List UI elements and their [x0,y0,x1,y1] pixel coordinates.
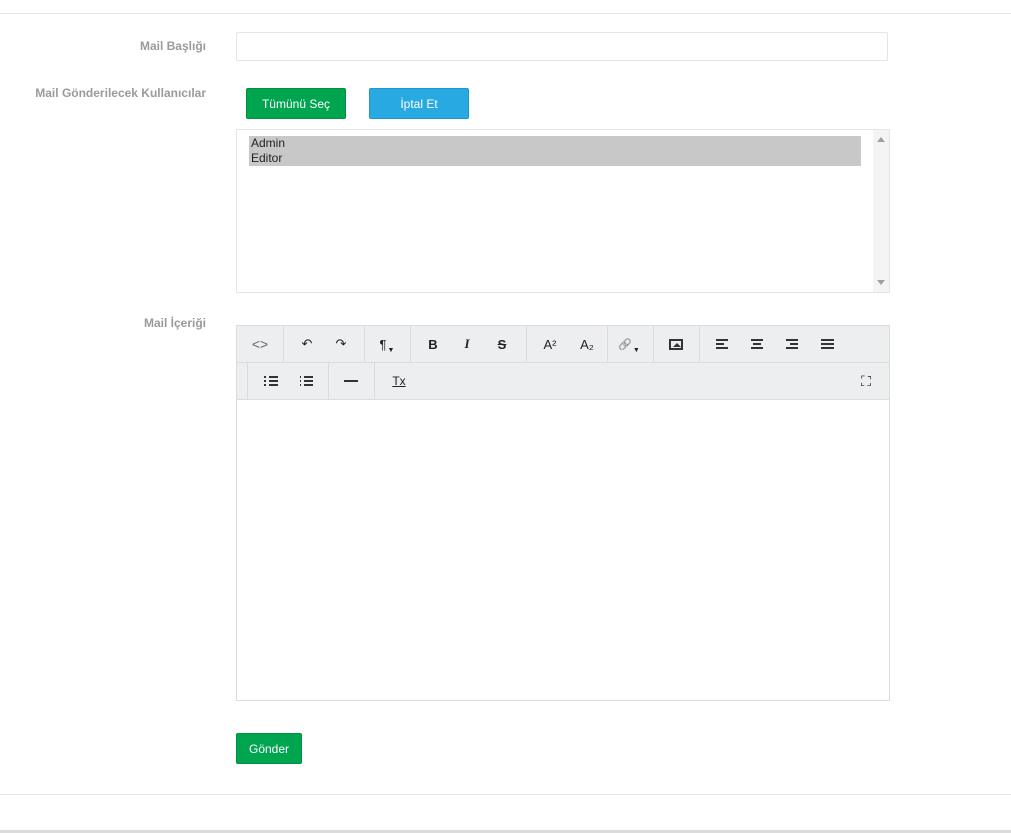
paragraph-icon: ¶ [379,336,387,352]
caret-down-icon: ▼ [632,346,640,354]
list-item-editor[interactable]: Editor [249,151,861,166]
align-left-icon[interactable] [705,326,739,362]
mail-title-input[interactable] [236,32,888,61]
align-right-glyph-icon [786,339,798,349]
horizontal-rule-icon[interactable] [334,363,368,399]
mail-users-label: Mail Gönderilecek Kullanıcılar [35,86,206,100]
clear-format-icon[interactable]: Tx [382,363,416,399]
list-item-admin[interactable]: Admin [249,136,861,151]
caret-down-icon: ▼ [387,346,395,354]
users-listbox[interactable]: Admin Editor [236,129,890,293]
undo-icon[interactable]: ↶ [290,326,324,362]
link-icon: 🔗 [618,338,632,351]
editor-toolbar-row-1: <> ↶ ↷ ¶ ▼ B I S A² A₂ 🔗 ▼ [237,326,889,363]
listbox-scrollbar[interactable] [873,130,889,292]
toolbar-separator [364,326,365,362]
italic-icon[interactable]: I [450,326,484,362]
toolbar-separator [283,326,284,362]
numbered-list-glyph-icon [299,376,313,386]
align-justify-icon[interactable] [810,326,844,362]
bullet-list-glyph-icon [264,376,278,386]
cancel-button[interactable]: İptal Et [369,88,469,119]
align-center-glyph-icon [751,339,763,349]
superscript-icon[interactable]: A² [533,326,567,362]
bottom-divider [0,794,1011,795]
rich-text-editor: <> ↶ ↷ ¶ ▼ B I S A² A₂ 🔗 ▼ Tx ⛶ [236,325,890,701]
align-center-icon[interactable] [740,326,774,362]
image-icon[interactable] [659,326,693,362]
scroll-down-arrow-icon[interactable] [877,280,885,285]
scroll-up-arrow-icon[interactable] [877,137,885,142]
editor-toolbar-row-2: Tx ⛶ [237,363,889,400]
align-right-icon[interactable] [775,326,809,362]
fullscreen-icon[interactable]: ⛶ [849,363,883,399]
toolbar-separator [607,326,608,362]
subscript-icon[interactable]: A₂ [570,326,604,362]
link-button[interactable]: 🔗 ▼ [612,326,646,362]
image-glyph-icon [669,338,683,350]
top-divider [0,13,1011,14]
toolbar-separator [653,326,654,362]
users-list: Admin Editor [249,136,861,166]
toolbar-separator [328,363,329,399]
unordered-list-icon[interactable] [254,363,288,399]
toolbar-separator [374,363,375,399]
strikethrough-icon[interactable]: S [485,326,519,362]
mail-title-label: Mail Başlığı [139,39,206,53]
toolbar-separator [699,326,700,362]
mail-content-label: Mail İçeriği [143,316,206,330]
paragraph-format-button[interactable]: ¶ ▼ [370,326,404,362]
code-view-icon[interactable]: <> [243,326,277,362]
toolbar-separator [526,326,527,362]
redo-icon[interactable]: ↷ [324,326,358,362]
toolbar-separator [247,363,248,399]
ordered-list-icon[interactable] [289,363,323,399]
horizontal-line-glyph-icon [344,380,358,382]
align-left-glyph-icon [716,339,728,349]
align-justify-glyph-icon [820,339,834,349]
send-button[interactable]: Gönder [236,733,302,764]
bold-icon[interactable]: B [416,326,450,362]
select-all-button[interactable]: Tümünü Seç [246,88,346,119]
toolbar-separator [410,326,411,362]
editor-content-area[interactable] [237,400,889,700]
